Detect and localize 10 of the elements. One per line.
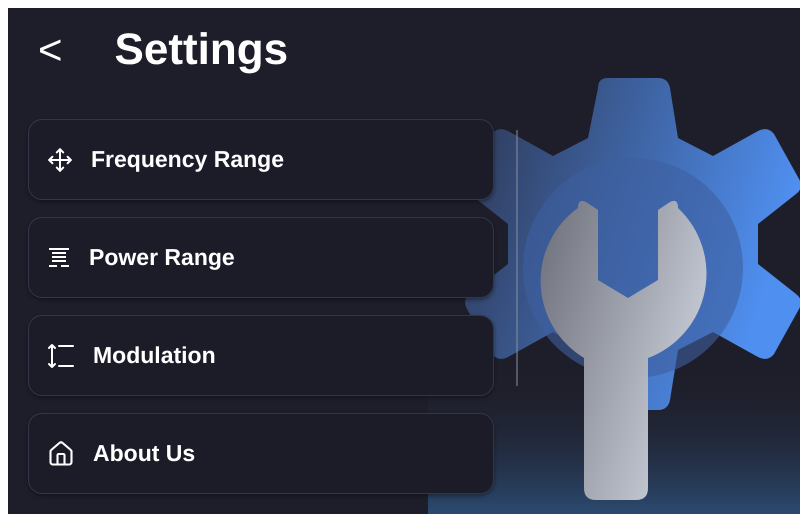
home-icon — [47, 440, 75, 468]
menu-item[interactable]: Power Range — [28, 217, 494, 298]
menu-item[interactable]: Frequency Range — [28, 119, 494, 200]
menu-item[interactable]: About Us — [28, 413, 494, 494]
stacked-lines-icon — [47, 246, 71, 268]
sort-lines-icon — [47, 342, 75, 368]
move-arrows-icon — [47, 146, 73, 172]
page-title: Settings — [114, 28, 288, 72]
menu-item[interactable]: Modulation — [28, 315, 494, 396]
back-button[interactable]: < — [38, 29, 63, 71]
